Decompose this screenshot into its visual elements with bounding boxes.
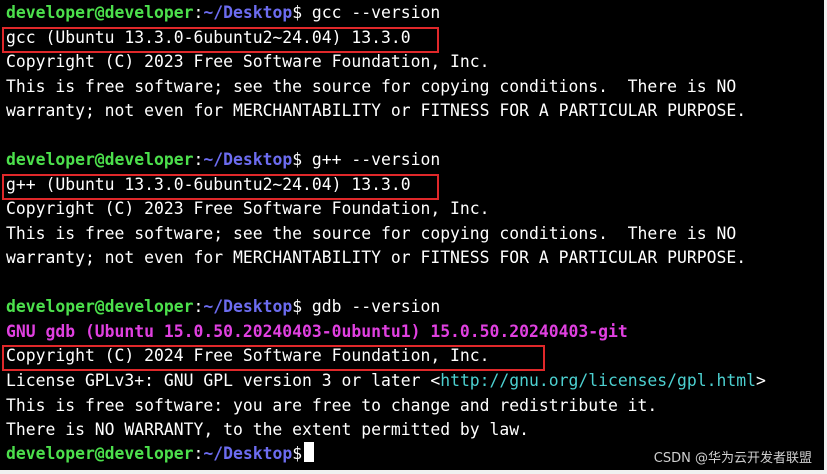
prompt-symbol: $ — [292, 297, 303, 316]
command-gpp: g++ --version — [302, 150, 441, 169]
gdb-copyright-line: Copyright (C) 2024 Free Software Foundat… — [6, 346, 490, 365]
gpp-copyright-line: Copyright (C) 2023 Free Software Foundat… — [6, 199, 490, 218]
prompt-line-gpp: developer@developer:~/Desktop$ g++ --ver… — [6, 148, 440, 172]
command-gdb: gdb --version — [302, 297, 441, 316]
prompt-colon: : — [193, 297, 204, 316]
prompt-colon: : — [193, 3, 204, 22]
prompt-user: developer@developer — [6, 3, 194, 22]
prompt-path: ~/Desktop — [203, 297, 293, 316]
window-edge-bottom — [0, 470, 827, 474]
prompt-colon: : — [193, 444, 204, 463]
gdb-free-line: This is free software: you are free to c… — [6, 396, 658, 415]
prompt-user: developer@developer — [6, 150, 194, 169]
prompt-path: ~/Desktop — [203, 150, 293, 169]
prompt-path: ~/Desktop — [203, 3, 293, 22]
csdn-watermark: CSDN @华为云开发者联盟 — [653, 451, 812, 466]
gdb-version-line: GNU gdb (Ubuntu 15.0.50.20240403-0ubuntu… — [6, 322, 628, 341]
gpp-license-line-2: warranty; not even for MERCHANTABILITY o… — [6, 248, 747, 267]
gcc-license-line-1: This is free software; see the source fo… — [6, 77, 737, 96]
terminal-window[interactable]: developer@developer:~/Desktop$ gcc --ver… — [0, 0, 824, 470]
gdb-license-prefix: License GPLv3+: GNU GPL version 3 or lat… — [6, 371, 441, 390]
prompt-path: ~/Desktop — [203, 444, 293, 463]
prompt-symbol: $ — [292, 3, 303, 22]
text-cursor — [304, 442, 315, 462]
gdb-license-suffix: > — [755, 371, 766, 390]
prompt-symbol: $ — [292, 150, 303, 169]
prompt-user: developer@developer — [6, 297, 194, 316]
prompt-line-current[interactable]: developer@developer:~/Desktop$ — [6, 442, 315, 466]
prompt-line-gcc: developer@developer:~/Desktop$ gcc --ver… — [6, 1, 440, 25]
prompt-line-gdb: developer@developer:~/Desktop$ gdb --ver… — [6, 295, 440, 319]
prompt-symbol: $ — [292, 444, 303, 463]
gpp-version-line: g++ (Ubuntu 13.3.0-6ubuntu2~24.04) 13.3.… — [6, 175, 411, 194]
gcc-copyright-line: Copyright (C) 2023 Free Software Foundat… — [6, 52, 490, 71]
gpp-license-line-1: This is free software; see the source fo… — [6, 224, 737, 243]
gcc-license-line-2: warranty; not even for MERCHANTABILITY o… — [6, 101, 747, 120]
gdb-license-line: License GPLv3+: GNU GPL version 3 or lat… — [6, 369, 766, 393]
gdb-warranty-line: There is NO WARRANTY, to the extent perm… — [6, 420, 530, 439]
prompt-colon: : — [193, 150, 204, 169]
prompt-user: developer@developer — [6, 444, 194, 463]
gcc-version-line: gcc (Ubuntu 13.3.0-6ubuntu2~24.04) 13.3.… — [6, 28, 411, 47]
gpl-license-link[interactable]: http://gnu.org/licenses/gpl.html — [440, 371, 756, 390]
command-gcc: gcc --version — [302, 3, 441, 22]
